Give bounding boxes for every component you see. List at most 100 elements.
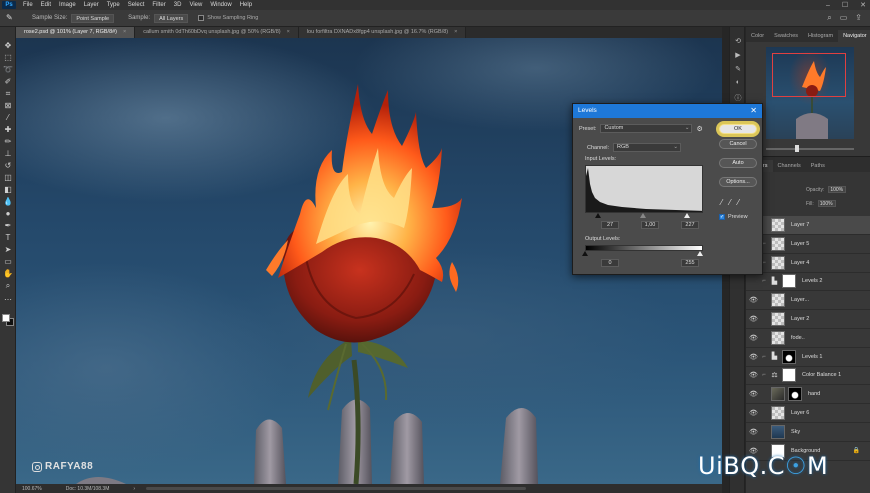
menu-filter[interactable]: Filter <box>148 2 169 8</box>
layer-mask-thumbnail[interactable] <box>782 368 796 383</box>
clone-stamp-tool-icon[interactable]: ⊥ <box>3 149 13 159</box>
input-gray-slider[interactable] <box>640 213 646 218</box>
menu-edit[interactable]: Edit <box>37 2 55 8</box>
menu-3d[interactable]: 3D <box>170 2 186 8</box>
menu-image[interactable]: Image <box>55 2 80 8</box>
eyedropper-icon[interactable]: ✎ <box>6 13 18 23</box>
preview-option[interactable]: ✓ Preview <box>719 214 748 220</box>
ok-button[interactable]: OK <box>719 124 757 134</box>
dodge-tool-icon[interactable]: ● <box>3 209 13 219</box>
menu-help[interactable]: Help <box>236 2 256 8</box>
output-white-field[interactable]: 255 <box>681 259 699 267</box>
lasso-tool-icon[interactable]: ➰ <box>3 65 13 75</box>
color-balance-icon[interactable]: ⚖ <box>770 371 779 380</box>
layer-thumbnail[interactable] <box>771 255 785 270</box>
tab-close-icon[interactable]: × <box>123 29 126 35</box>
navigator-zoom-slider[interactable] <box>766 145 854 152</box>
layer-row[interactable]: Layer 7 <box>746 216 870 235</box>
cancel-button[interactable]: Cancel <box>719 139 757 149</box>
tab-close-icon[interactable]: × <box>454 29 457 35</box>
layer-row[interactable]: 👁 Layer... <box>746 291 870 311</box>
eyedropper-tool-icon[interactable]: ⁄ <box>3 113 13 123</box>
layer-row[interactable]: 👁 fode.. <box>746 329 870 348</box>
tab-paths[interactable]: Paths <box>806 163 830 172</box>
info-icon[interactable]: ⓘ <box>733 93 743 103</box>
frame-tool-icon[interactable]: ⊠ <box>3 101 13 111</box>
layer-name[interactable]: Layer 6 <box>791 410 809 416</box>
layer-name[interactable]: Layer 7 <box>791 222 809 228</box>
layer-row[interactable]: 👁 ⌐ ▙ Levels 1 <box>746 348 870 367</box>
visibility-eye-icon[interactable]: 👁 <box>749 296 758 304</box>
blur-tool-icon[interactable]: 💧 <box>3 197 13 207</box>
play-icon[interactable]: ▶ <box>733 51 743 61</box>
layer-mask-thumbnail[interactable] <box>782 349 796 364</box>
auto-button[interactable]: Auto <box>719 158 757 168</box>
visibility-eye-icon[interactable]: 👁 <box>749 315 758 323</box>
layer-name[interactable]: Layer 2 <box>791 316 809 322</box>
input-white-field[interactable]: 227 <box>681 221 699 229</box>
pen-tool-icon[interactable]: ✒ <box>3 221 13 231</box>
menu-file[interactable]: File <box>19 2 37 8</box>
healing-brush-tool-icon[interactable]: ✚ <box>3 125 13 135</box>
status-arrow-icon[interactable]: › <box>133 486 135 492</box>
input-white-slider[interactable] <box>684 213 690 218</box>
menu-layer[interactable]: Layer <box>80 2 103 8</box>
tab-close-icon[interactable]: × <box>287 29 290 35</box>
preview-checkbox[interactable]: ✓ <box>719 214 725 220</box>
layer-row[interactable]: ⌐ Layer 5 <box>746 235 870 254</box>
layer-name[interactable]: Layer... <box>791 297 809 303</box>
channel-select[interactable]: RGB ⌄ <box>613 143 682 152</box>
minimize-button[interactable]: – <box>826 2 830 9</box>
fill-field[interactable]: 100% <box>817 200 836 207</box>
output-black-slider[interactable] <box>582 251 588 256</box>
sample-size-select[interactable]: Point Sample <box>71 13 115 23</box>
preset-gear-icon[interactable]: ⚙ <box>696 125 702 133</box>
visibility-eye-icon[interactable]: 👁 <box>749 371 758 379</box>
layer-thumbnail[interactable] <box>771 387 785 402</box>
opacity-field[interactable]: 100% <box>828 186 847 193</box>
layer-name[interactable]: Sky <box>791 429 800 435</box>
visibility-eye-icon[interactable]: 👁 <box>749 353 758 361</box>
layer-mask-thumbnail[interactable] <box>782 274 796 289</box>
brush-tool-icon[interactable]: ✏ <box>3 137 13 147</box>
layer-thumbnail[interactable] <box>771 330 785 345</box>
menu-window[interactable]: Window <box>206 2 235 8</box>
type-tool-icon[interactable]: T <box>3 233 13 243</box>
marquee-tool-icon[interactable]: ⬚ <box>3 53 13 63</box>
zoom-slider-handle[interactable] <box>795 145 800 152</box>
output-black-field[interactable]: 0 <box>601 259 619 267</box>
layer-row[interactable]: 👁 hand <box>746 385 870 405</box>
tab-channels[interactable]: Channels <box>773 163 806 172</box>
layer-name[interactable]: Layer 4 <box>791 260 809 266</box>
layer-thumbnail[interactable] <box>771 406 785 420</box>
dialog-close-icon[interactable]: ✕ <box>750 104 757 118</box>
layer-name[interactable]: Levels 2 <box>802 278 823 284</box>
visibility-eye-icon[interactable]: 👁 <box>749 390 758 398</box>
tab-swatches[interactable]: Swatches <box>769 33 803 42</box>
history-brush-tool-icon[interactable]: ↺ <box>3 161 13 171</box>
levels-adjustment-icon[interactable]: ▙ <box>770 352 779 361</box>
horizontal-scrollbar[interactable] <box>146 487 526 490</box>
layer-thumbnail[interactable] <box>771 218 785 232</box>
layer-row[interactable]: ⌐ Layer 4 <box>746 254 870 273</box>
layer-mask-thumbnail[interactable] <box>788 387 802 402</box>
show-sampling-ring-checkbox[interactable] <box>198 15 205 21</box>
dialog-title-bar[interactable]: Levels ✕ <box>573 104 762 118</box>
path-select-tool-icon[interactable]: ➤ <box>3 245 13 255</box>
sample-select[interactable]: All Layers <box>154 13 189 23</box>
menu-type[interactable]: Type <box>103 2 124 8</box>
gradient-tool-icon[interactable]: ◧ <box>3 185 13 195</box>
layer-thumbnail[interactable] <box>771 293 785 308</box>
layer-row[interactable]: 👁 Layer 6 <box>746 404 870 423</box>
layer-name[interactable]: fode.. <box>791 335 805 341</box>
tab-histogram[interactable]: Histogram <box>803 33 838 42</box>
crop-tool-icon[interactable]: ⌗ <box>3 89 13 99</box>
navigator-thumbnail[interactable] <box>766 47 854 139</box>
move-tool-icon[interactable]: ✥ <box>3 41 13 51</box>
maximize-button[interactable]: ☐ <box>842 1 848 9</box>
layer-row[interactable]: 👁 Sky <box>746 423 870 442</box>
layer-row[interactable]: 👁 ⌐ ⚖ Color Balance 1 <box>746 366 870 386</box>
shape-tool-icon[interactable]: ▭ <box>3 257 13 267</box>
brush-panel-icon[interactable]: ✎ <box>733 65 743 75</box>
tab-lou-forfiltra[interactable]: lou forfiltra DXNADx8fgp4 unsplash.jpg @… <box>298 27 467 38</box>
